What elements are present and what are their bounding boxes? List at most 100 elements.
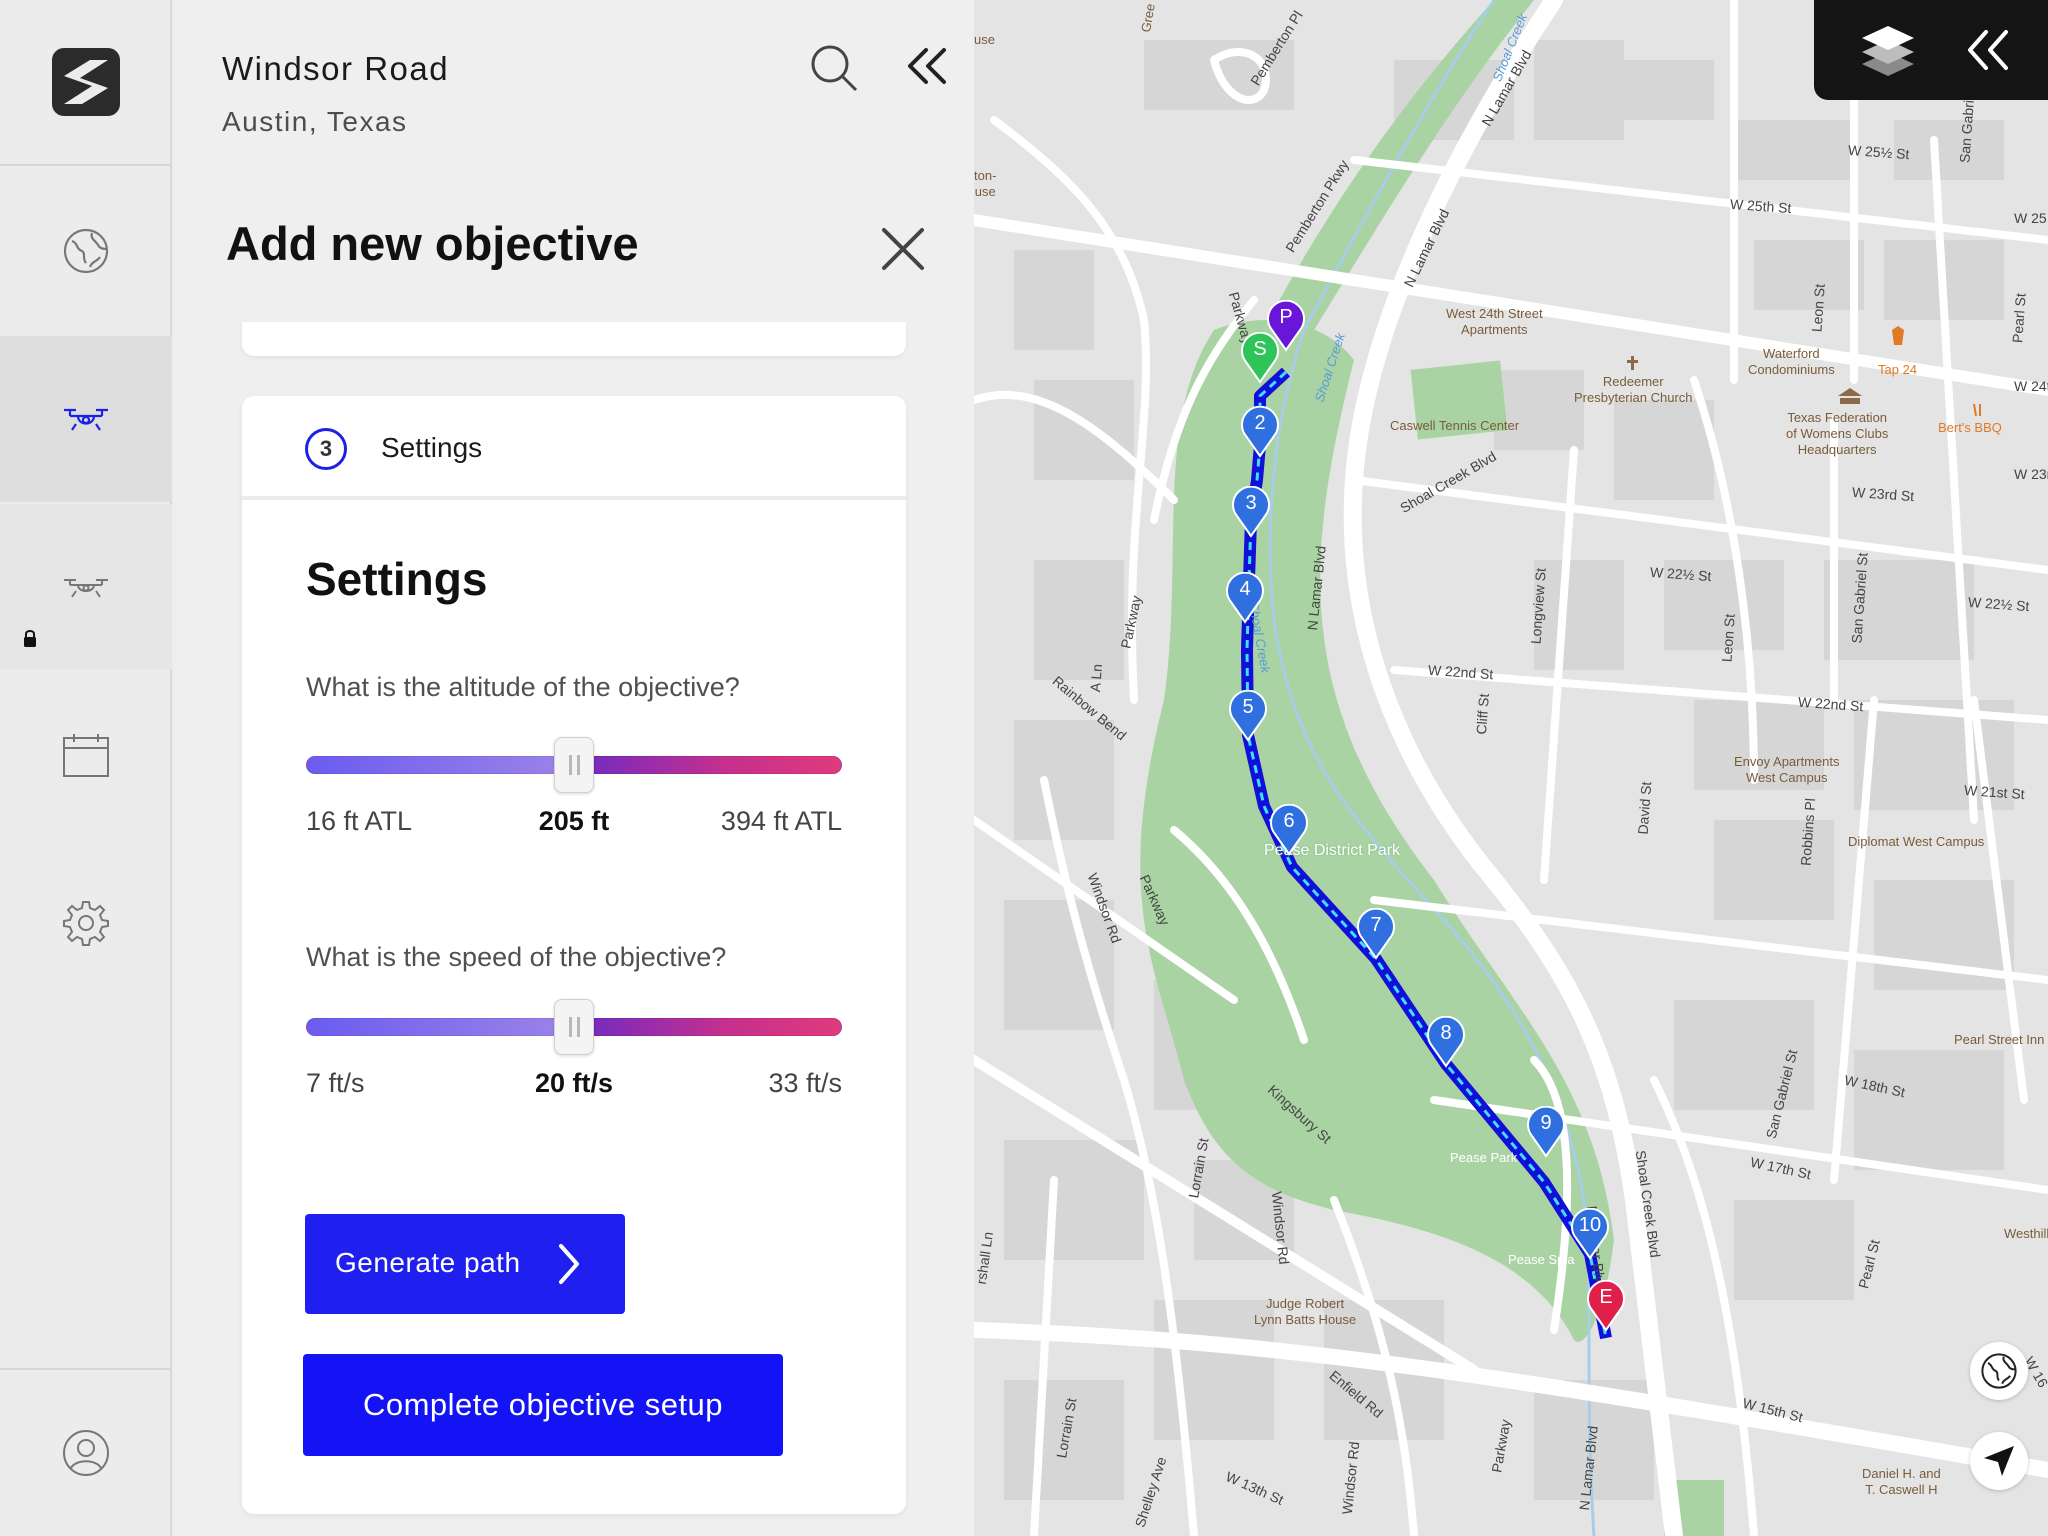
waypoint-marker[interactable]: E [1586,1279,1626,1332]
app-root: Windsor Road Austin, Texas Add new objec… [0,0,2048,1536]
waypoint-label: 7 [1370,914,1382,936]
speed-slider-thumb[interactable] [554,999,594,1055]
waypoint-label: 3 [1245,492,1257,514]
waypoint-label: S [1253,338,1267,360]
altitude-range: 16 ft ATL 205 ft 394 ft ATL [306,806,842,846]
drone-icon [64,408,108,431]
close-icon[interactable] [880,226,926,272]
objective-header: Add new objective [174,180,974,322]
locate-me-button[interactable] [1970,1432,2028,1490]
profile-icon [63,1430,109,1476]
street-label: Leon St [1718,613,1738,663]
collapse-map-icon[interactable] [1964,26,2012,74]
speed-max-label: 33 ft/s [768,1068,842,1098]
location-subtitle: Austin, Texas [222,106,408,137]
poi-label: use [974,32,995,47]
street-label: Cliff St [1473,692,1492,736]
waypoint-marker[interactable]: 6 [1269,803,1309,856]
waypoint-marker[interactable]: 2 [1240,405,1280,458]
globe-icon [63,228,109,274]
generate-path-label: Generate path [335,1247,521,1278]
drone-locked-icon [64,579,108,598]
speed-min-label: 7 ft/s [306,1068,365,1098]
altitude-question: What is the altitude of the objective? [306,672,740,702]
waypoint-label: 8 [1440,1022,1452,1044]
poi-label: Texas Federation of Womens Clubs Headqua… [1786,410,1889,457]
altitude-min-label: 16 ft ATL [306,806,413,836]
poi-label: Westhill [2004,1226,2048,1241]
waypoint-marker[interactable]: 8 [1426,1015,1466,1068]
waypoint-marker[interactable]: S [1240,331,1280,384]
objective-title: Add new objective [226,217,639,270]
sidebar-item-globe[interactable] [0,168,172,334]
map-control-bar [1814,0,2048,100]
sidebar-item-profile[interactable] [0,1368,172,1536]
sidebar-item-drone[interactable] [0,336,172,502]
speed-range: 7 ft/s 20 ft/s 33 ft/s [306,1068,842,1108]
sidebar-item-drone-locked[interactable] [0,504,172,670]
calendar-icon [63,734,109,777]
street-label: W 25 [2014,210,2047,226]
waypoint-marker[interactable]: 9 [1526,1105,1566,1158]
icon-rail [0,0,172,1536]
collapse-panel-icon[interactable] [904,44,950,90]
navigation-arrow-icon [1984,1446,2014,1476]
previous-step-card [242,322,906,356]
poi-label: Diplomat West Campus [1848,834,1985,849]
poi-label: Bert's BBQ [1938,420,2002,435]
location-header: Windsor Road Austin, Texas [174,0,974,180]
altitude-slider[interactable] [306,737,842,793]
waypoint-label: E [1599,1286,1613,1308]
poi-label: West 24th Street Apartments [1446,306,1543,337]
generate-path-button[interactable]: Generate path [305,1214,625,1314]
poi-label: Pearl Street Inn [1954,1032,2045,1047]
waypoint-marker[interactable]: 3 [1231,485,1271,538]
speed-question: What is the speed of the objective? [306,942,727,972]
waypoint-marker[interactable]: 4 [1225,571,1265,624]
poi-label: Waterford Condominiums [1748,346,1835,377]
globe-view-button[interactable] [1970,1342,2028,1400]
poi-label: Pease Park [1450,1150,1518,1165]
poi-label: Caswell Tennis Center [1390,418,1520,433]
step-header[interactable]: 3 Settings [242,396,906,500]
street-label: W 24t [2014,378,2048,394]
chevron-right-icon [559,1244,579,1284]
lock-icon [24,630,36,647]
altitude-max-label: 394 ft ATL [720,806,842,836]
logo-icon [52,48,120,116]
search-icon[interactable] [808,42,860,94]
speed-slider[interactable] [306,999,842,1055]
street-label: W 23r [2014,466,2048,482]
poi-label: Pease Spla [1508,1252,1575,1267]
sidebar-item-calendar[interactable] [0,672,172,838]
altitude-slider-thumb[interactable] [554,737,594,793]
poi-label: Tap 24 [1878,362,1918,377]
map-base [974,0,2048,1536]
waypoint-label: 5 [1242,696,1254,718]
poi-label: ton- use [974,168,997,199]
step-label: Settings [381,432,483,463]
complete-objective-setup-button[interactable]: Complete objective setup [303,1354,783,1456]
waypoint-marker[interactable]: 10 [1570,1207,1610,1260]
poi-label: Envoy Apartments West Campus [1734,754,1840,785]
settings-heading: Settings [306,553,488,605]
poi-label: Redeemer Presbyterian Church [1574,374,1693,405]
settings-card: 3 Settings Settings What is the altitude… [242,396,906,1514]
waypoint-label: 2 [1254,412,1266,434]
logo-slot[interactable] [0,0,172,166]
poi-label: Daniel H. and T. Caswell H [1862,1466,1941,1497]
objective-panel: Windsor Road Austin, Texas Add new objec… [174,0,974,1536]
waypoint-marker[interactable]: 5 [1228,689,1268,742]
step-number-badge: 3 [305,428,347,470]
altitude-current-value: 205 ft [538,806,610,836]
layers-icon[interactable] [1858,22,1918,78]
globe-icon [1981,1353,2017,1389]
map-view[interactable]: Pease District Park Shoal Creek Shoal Cr… [974,0,2048,1536]
street-label: Leon St [1808,283,1828,333]
waypoint-marker[interactable]: 7 [1356,907,1396,960]
gear-icon [63,901,109,946]
sidebar-item-settings[interactable] [0,840,172,1006]
location-title: Windsor Road [222,50,450,87]
speed-current-value: 20 ft/s [534,1068,614,1098]
waypoint-label: 10 [1578,1214,1602,1236]
